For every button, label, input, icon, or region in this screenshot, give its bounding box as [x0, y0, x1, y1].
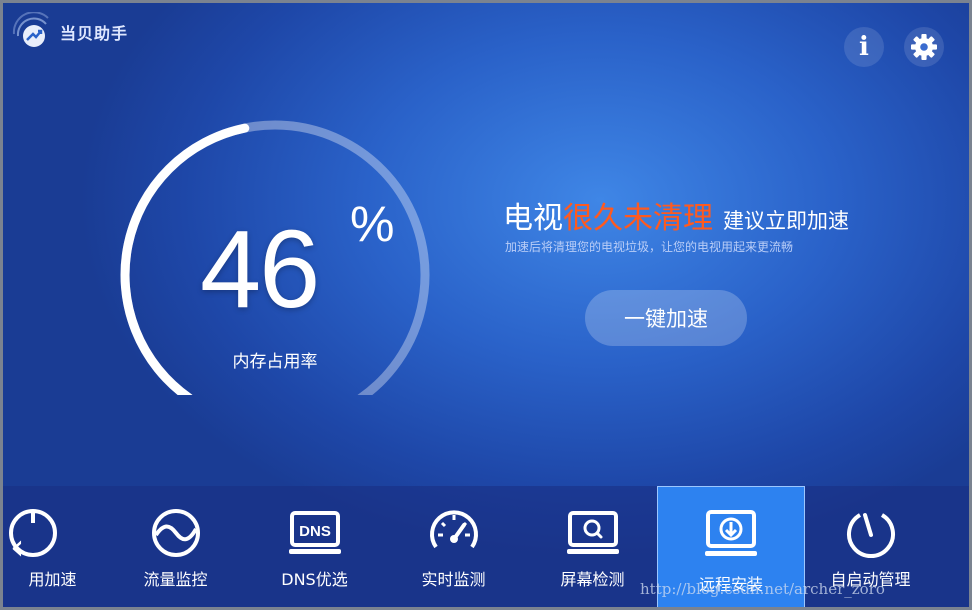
traffic-icon — [151, 509, 200, 557]
dns-icon-text: DNS — [299, 523, 331, 540]
subtitle: 加速后将清理您的电视垃圾，让您的电视用起来更流畅 — [505, 240, 794, 254]
settings-button[interactable] — [904, 27, 944, 67]
watermark: http://blog.csdn.net/archer_zoro — [640, 580, 885, 598]
headline: 电视很久未清理 建议立即加速 — [503, 193, 849, 237]
previous-arrow-icon[interactable]: ‹ — [10, 530, 24, 566]
speedometer-icon — [429, 510, 478, 549]
remote-install-icon — [705, 510, 757, 556]
tool-realtime-monitor[interactable]: 实时监测 — [381, 486, 526, 606]
info-button[interactable]: i — [844, 27, 884, 67]
info-icon: i — [859, 32, 869, 62]
screen-check-icon — [566, 511, 619, 554]
dns-icon: DNS — [288, 511, 341, 554]
gauge-percent-value: 46 — [200, 208, 320, 331]
tool-label: 流量监控 — [143, 570, 208, 589]
app-title: 当贝助手 — [60, 24, 129, 43]
brand: 当贝助手 — [12, 11, 129, 52]
headline-part-tv: 电视 — [503, 201, 563, 236]
gear-icon — [911, 34, 937, 60]
gauge-label: 内存占用率 — [232, 352, 318, 372]
tool-label: DNS优选 — [281, 570, 348, 589]
headline-part-warning: 很久未清理 — [563, 201, 713, 236]
memory-gauge: 46 % 内存占用率 — [110, 95, 450, 395]
tool-dns-optimize[interactable]: DNS DNS优选 — [242, 486, 387, 606]
app-window: 当贝助手 i 46 % 内存占用率 电视很久未清理 建议立即加速 加速后将清理您… — [0, 0, 972, 610]
autostart-icon — [846, 513, 895, 559]
headline-part-advice: 建议立即加速 — [723, 209, 849, 233]
logo-icon — [12, 11, 52, 52]
tool-label: 实时监测 — [421, 570, 486, 589]
gauge-percent-sign: % — [350, 196, 395, 252]
tool-traffic-monitor[interactable]: 流量监控 — [103, 486, 248, 606]
one-click-boost-button[interactable]: 一键加速 — [585, 290, 747, 346]
